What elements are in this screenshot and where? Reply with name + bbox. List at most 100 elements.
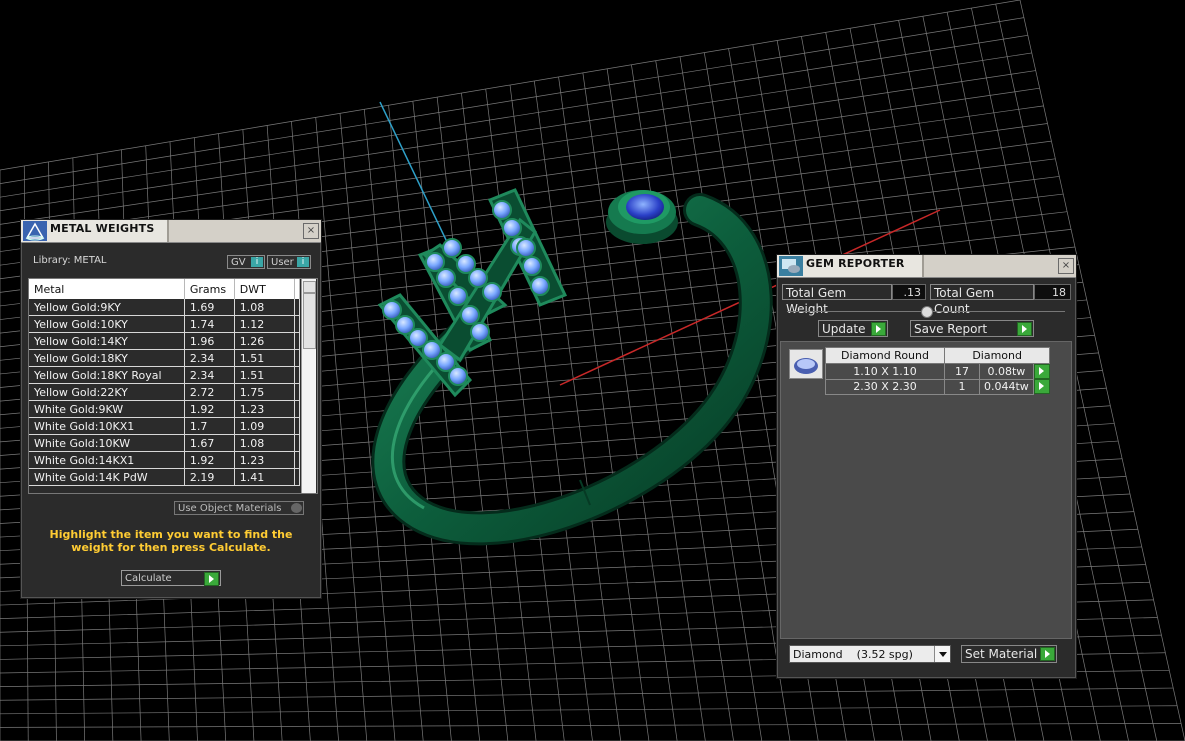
cell-metal: Yellow Gold:18KY Royal: [29, 366, 185, 384]
column-header-metal[interactable]: Metal: [29, 279, 185, 299]
user-label: User: [271, 257, 294, 268]
metal-weights-titlebar[interactable]: METAL WEIGHTS ×: [21, 220, 321, 243]
instruction-text: Highlight the item you want to find the …: [49, 528, 293, 554]
material-select[interactable]: Diamond (3.52 spg): [789, 645, 951, 663]
gem-table-header: Diamond Round Diamond: [825, 347, 1051, 364]
select-gem-arrow-icon[interactable]: [1033, 379, 1050, 394]
table-row[interactable]: Yellow Gold:18KY 2.34 1.51: [29, 349, 301, 367]
table-row[interactable]: White Gold:10KW 1.67 1.08: [29, 434, 301, 452]
column-header-grams[interactable]: Grams: [184, 279, 235, 299]
gem-row[interactable]: 1.10 X 1.10 17 0.08tw: [825, 363, 1050, 380]
cell-spacer: [294, 349, 301, 367]
column-header-material: Diamond: [943, 347, 1051, 364]
gem-cell-count: 1: [944, 378, 980, 395]
use-object-materials-button[interactable]: Use Object Materials: [174, 501, 304, 515]
close-icon[interactable]: ×: [1058, 258, 1074, 274]
save-report-button[interactable]: Save Report: [910, 320, 1034, 337]
pave-gem: [530, 276, 550, 296]
gem-cell-size: 2.30 X 2.30: [825, 378, 945, 395]
pave-gem: [502, 218, 522, 238]
pave-gem: [448, 366, 468, 386]
cell-spacer: [294, 366, 301, 384]
user-button[interactable]: User i: [267, 255, 311, 269]
table-row[interactable]: Yellow Gold:18KY Royal 2.34 1.51: [29, 366, 301, 384]
cell-grams: 1.74: [184, 315, 235, 333]
grid-line: [558, 76, 650, 741]
cell-spacer: [294, 434, 301, 452]
grid-line: [533, 80, 622, 741]
pave-gem: [516, 238, 536, 258]
title-tab: GEM REPORTER: [777, 255, 924, 277]
table-row[interactable]: White Gold:14KX1 1.92 1.23: [29, 451, 301, 469]
pave-gem: [492, 200, 512, 220]
metal-table[interactable]: Metal Grams DWT Yellow Gold:9KY 1.69 1.08 Y…: [28, 278, 318, 494]
calculate-label: Calculate: [125, 573, 172, 584]
cell-grams: 1.92: [184, 451, 235, 469]
close-icon[interactable]: ×: [303, 223, 319, 239]
table-row[interactable]: Yellow Gold:10KY 1.74 1.12: [29, 315, 301, 333]
cell-metal: White Gold:10KX1: [29, 417, 185, 435]
cell-metal: Yellow Gold:10KY: [29, 315, 185, 333]
cell-spacer: [294, 315, 301, 333]
chevron-down-icon[interactable]: [934, 646, 950, 662]
gem-row[interactable]: 2.30 X 2.30 1 0.044tw: [825, 378, 1050, 395]
ring-model[interactable]: [371, 188, 773, 546]
gem-cell-action: [1033, 364, 1050, 379]
gem-cell-weight: 0.08tw: [979, 363, 1034, 380]
table-row[interactable]: Yellow Gold:9KY 1.69 1.08: [29, 299, 301, 316]
cell-grams: 2.34: [184, 366, 235, 384]
pave-gem: [482, 282, 502, 302]
scrollbar[interactable]: [301, 279, 316, 493]
grid-line: [0, 705, 1178, 715]
table-row[interactable]: White Gold:9KW 1.92 1.23: [29, 400, 301, 418]
play-arrow-icon: [871, 322, 886, 336]
scroll-up-arrow[interactable]: [303, 281, 316, 293]
cell-dwt: 1.12: [234, 315, 295, 333]
cell-metal: White Gold:10KW: [29, 434, 185, 452]
update-label: Update: [822, 322, 866, 336]
table-row[interactable]: Yellow Gold:22KY 2.72 1.75: [29, 383, 301, 401]
cell-dwt: 1.09: [234, 417, 295, 435]
gv-button[interactable]: GV i: [227, 255, 265, 269]
info-icon: i: [297, 257, 309, 267]
collapse-handle-icon[interactable]: [921, 306, 933, 318]
update-button[interactable]: Update: [818, 320, 888, 337]
table-row[interactable]: White Gold:10KX1 1.7 1.09: [29, 417, 301, 435]
gem-cell-action: [1033, 379, 1050, 394]
select-gem-arrow-icon[interactable]: [1033, 364, 1050, 379]
set-material-button[interactable]: Set Material: [961, 645, 1057, 663]
metal-weights-panel: METAL WEIGHTS × Library: METAL GV i User…: [20, 219, 322, 599]
save-report-label: Save Report: [914, 322, 988, 336]
gem-list-area[interactable]: Diamond Round Diamond 1.10 X 1.10 17 0.08t…: [780, 341, 1072, 639]
cell-grams: 2.19: [184, 468, 235, 486]
pave-gem: [442, 238, 462, 258]
column-header-dwt[interactable]: DWT: [234, 279, 295, 299]
cell-spacer: [294, 332, 301, 350]
pave-gem: [460, 305, 480, 325]
pave-gem: [425, 252, 445, 272]
cell-grams: 2.34: [184, 349, 235, 367]
panel-title: METAL WEIGHTS: [50, 222, 155, 235]
gv-label: GV: [231, 257, 246, 268]
pave-gem: [436, 268, 456, 288]
pave-gem: [522, 256, 542, 276]
table-row[interactable]: Yellow Gold:14KY 1.96 1.26: [29, 332, 301, 350]
pave-gem: [470, 322, 490, 342]
calculate-button[interactable]: Calculate: [121, 570, 221, 586]
cell-spacer: [294, 299, 301, 316]
cell-metal: White Gold:14K PdW: [29, 468, 185, 486]
cell-dwt: 1.41: [234, 468, 295, 486]
cell-grams: 1.92: [184, 400, 235, 418]
play-arrow-icon: [1017, 322, 1032, 336]
metal-weights-icon: [23, 221, 47, 241]
table-row[interactable]: White Gold:14K PdW 2.19 1.41: [29, 468, 301, 486]
gem-reporter-icon: [779, 256, 803, 276]
title-tab: METAL WEIGHTS: [21, 220, 169, 242]
total-gem-weight-label: Total Gem Weight: [782, 284, 892, 316]
cell-dwt: 1.75: [234, 383, 295, 401]
grid-line: [0, 687, 1174, 701]
cell-spacer: [294, 468, 301, 486]
gem-reporter-titlebar[interactable]: GEM REPORTER ×: [777, 255, 1076, 278]
cell-grams: 1.96: [184, 332, 235, 350]
scroll-thumb[interactable]: [303, 293, 316, 349]
